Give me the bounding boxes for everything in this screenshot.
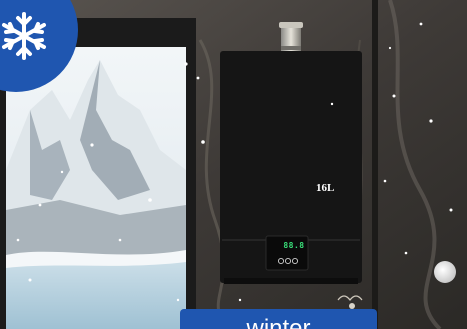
temperature-readout: 88.8 [283,241,305,250]
frozen-lake [6,255,186,329]
scene [0,0,467,329]
snowflake-core [21,33,27,39]
wall-panel-edge [372,0,378,329]
heater-bottom-bevel [224,278,358,284]
capacity-label: 16L [316,182,335,194]
exhaust-pipe-ring [279,22,303,28]
season-caption: winter [180,309,377,329]
wall-lamp [434,261,456,283]
exhaust-pipe-ring [281,46,301,50]
